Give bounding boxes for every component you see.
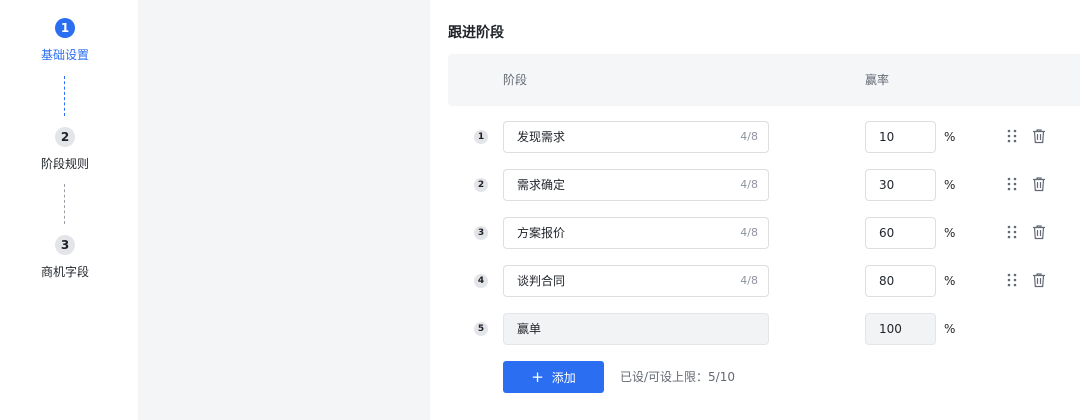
char-count: 4/8 bbox=[740, 178, 758, 191]
stage-name-input[interactable]: 发现需求 4/8 bbox=[503, 121, 769, 153]
add-stage-button[interactable]: + 添加 bbox=[503, 361, 604, 393]
main-panel: 跟进阶段 阶段 赢率 1 发现需求 4/8 10 % 2 需求确定 4/8 30… bbox=[430, 0, 1080, 420]
row-number-badge: 1 bbox=[474, 130, 488, 144]
section-title: 跟进阶段 bbox=[448, 25, 504, 41]
step-stage-rules[interactable]: 2 阶段规则 bbox=[0, 127, 130, 172]
column-header-rate: 赢率 bbox=[865, 73, 890, 87]
row-number-badge: 5 bbox=[474, 322, 488, 336]
win-rate-input[interactable]: 10 bbox=[865, 121, 936, 153]
step-label: 商机字段 bbox=[40, 265, 89, 279]
stage-name-value: 谈判合同 bbox=[517, 274, 566, 288]
stage-limit-text: 已设/可设上限：5/10 bbox=[620, 370, 735, 384]
drag-handle-icon[interactable] bbox=[1006, 224, 1018, 240]
delete-icon[interactable] bbox=[1032, 176, 1046, 192]
delete-icon[interactable] bbox=[1032, 128, 1046, 144]
step-connector bbox=[64, 76, 65, 116]
win-rate-value: 30 bbox=[879, 178, 895, 192]
row-number-badge: 3 bbox=[474, 226, 488, 240]
gray-panel bbox=[138, 0, 430, 420]
stage-name-input[interactable]: 谈判合同 4/8 bbox=[503, 265, 769, 297]
win-rate-value: 10 bbox=[879, 130, 895, 144]
delete-icon[interactable] bbox=[1032, 272, 1046, 288]
percent-unit: % bbox=[944, 226, 956, 240]
step-connector bbox=[64, 184, 65, 224]
row-number-badge: 4 bbox=[474, 274, 488, 288]
win-rate-input[interactable]: 60 bbox=[865, 217, 936, 249]
step-number: 1 bbox=[55, 18, 75, 38]
win-rate-value: 60 bbox=[879, 226, 895, 240]
drag-handle-icon[interactable] bbox=[1006, 176, 1018, 192]
win-rate-value: 100 bbox=[879, 322, 902, 336]
percent-unit: % bbox=[944, 274, 956, 288]
step-number: 3 bbox=[55, 235, 75, 255]
step-opportunity-fields[interactable]: 3 商机字段 bbox=[0, 235, 130, 280]
percent-unit: % bbox=[944, 130, 956, 144]
step-number: 2 bbox=[55, 127, 75, 147]
char-count: 4/8 bbox=[740, 130, 758, 143]
stage-name-value: 需求确定 bbox=[517, 178, 566, 192]
char-count: 4/8 bbox=[740, 226, 758, 239]
table-header: 阶段 赢率 bbox=[448, 54, 1080, 106]
drag-handle-icon[interactable] bbox=[1006, 128, 1018, 144]
stage-name-input: 赢单 bbox=[503, 313, 769, 345]
drag-handle-icon[interactable] bbox=[1006, 272, 1018, 288]
step-label: 基础设置 bbox=[40, 48, 89, 62]
stage-row: 1 发现需求 4/8 10 % bbox=[448, 121, 1080, 153]
win-rate-input[interactable]: 80 bbox=[865, 265, 936, 297]
step-basic-settings[interactable]: 1 基础设置 bbox=[0, 18, 130, 63]
plus-icon: + bbox=[531, 367, 544, 386]
stage-name-value: 方案报价 bbox=[517, 226, 566, 240]
stage-name-input[interactable]: 需求确定 4/8 bbox=[503, 169, 769, 201]
stepper: 1 基础设置 2 阶段规则 3 商机字段 bbox=[0, 0, 138, 420]
stage-row: 4 谈判合同 4/8 80 % bbox=[448, 265, 1080, 297]
stage-row: 2 需求确定 4/8 30 % bbox=[448, 169, 1080, 201]
char-count: 4/8 bbox=[740, 274, 758, 287]
stage-row: 3 方案报价 4/8 60 % bbox=[448, 217, 1080, 249]
row-number-badge: 2 bbox=[474, 178, 488, 192]
win-rate-input: 100 bbox=[865, 313, 936, 345]
stage-name-input[interactable]: 方案报价 4/8 bbox=[503, 217, 769, 249]
column-header-stage: 阶段 bbox=[503, 73, 528, 87]
percent-unit: % bbox=[944, 178, 956, 192]
stage-name-value: 发现需求 bbox=[517, 130, 566, 144]
stage-name-value: 赢单 bbox=[517, 322, 542, 336]
add-button-label: 添加 bbox=[551, 370, 576, 385]
win-rate-input[interactable]: 30 bbox=[865, 169, 936, 201]
percent-unit: % bbox=[944, 322, 956, 336]
stage-row: 5 赢单 100 % bbox=[448, 313, 1080, 345]
win-rate-value: 80 bbox=[879, 274, 895, 288]
delete-icon[interactable] bbox=[1032, 224, 1046, 240]
step-label: 阶段规则 bbox=[40, 157, 89, 171]
